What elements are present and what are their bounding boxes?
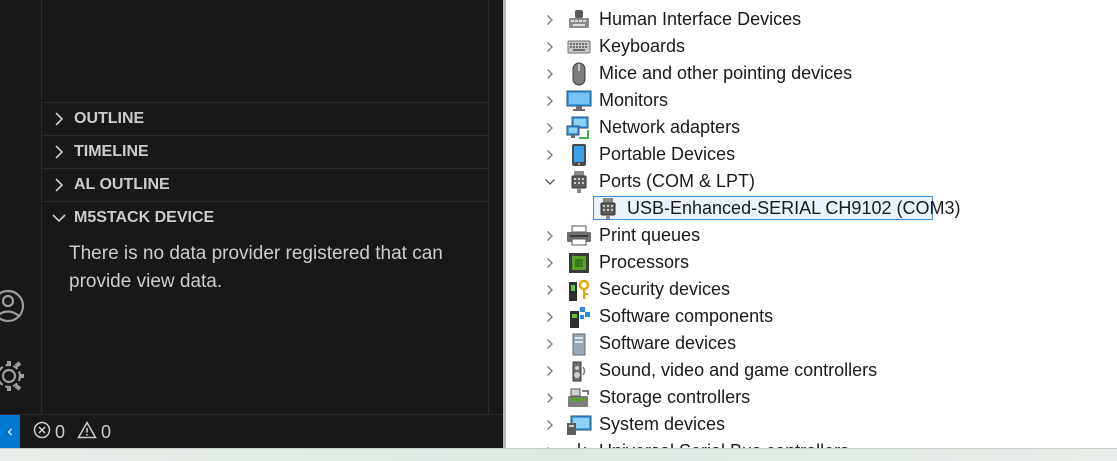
device-label: USB-Enhanced-SERIAL CH9102 (COM3) [627, 198, 961, 218]
warning-count: 0 [101, 421, 112, 442]
chevron-right-icon[interactable] [544, 249, 556, 276]
device-label: Monitors [599, 90, 669, 110]
storage-icon [566, 386, 592, 410]
chevron-right-icon [42, 145, 74, 159]
device-category[interactable]: Security devices [506, 276, 1117, 303]
device-label: Ports (COM & LPT) [599, 171, 756, 191]
device-label: Network adapters [599, 117, 741, 137]
device-label: Sound, video and game controllers [599, 360, 878, 380]
device-item[interactable]: USB-Enhanced-SERIAL CH9102 (COM3) [506, 195, 1117, 222]
section-al-outline[interactable]: AL OUTLINE [42, 168, 488, 201]
problems-indicator[interactable]: 0 0 [33, 415, 111, 449]
device-category[interactable]: Network adapters [506, 114, 1117, 141]
device-category[interactable]: Monitors [506, 87, 1117, 114]
accounts-icon[interactable] [0, 288, 26, 324]
error-icon [33, 421, 51, 444]
section-label: OUTLINE [74, 110, 145, 127]
device-label: Software components [599, 306, 774, 326]
section-m5stack-device[interactable]: M5STACK DEVICE [42, 201, 488, 234]
status-bar: ‹ 0 0 [0, 414, 503, 449]
device-label: Software devices [599, 333, 737, 353]
hid-icon [566, 8, 592, 32]
section-label: M5STACK DEVICE [74, 209, 215, 226]
panel-scrollbar[interactable] [488, 0, 504, 414]
device-label: Print queues [599, 225, 701, 245]
chevron-right-icon[interactable] [544, 411, 556, 438]
chevron-right-icon[interactable] [544, 33, 556, 60]
device-category[interactable]: Universal Serial Bus controllers [506, 438, 1117, 448]
device-manager-tree: Human Interface Devices Keyboards Mice and… [506, 0, 1117, 448]
device-label: Mice and other pointing devices [599, 63, 853, 83]
chevron-right-icon[interactable] [544, 438, 556, 448]
chevron-down-icon[interactable] [544, 168, 556, 195]
chevron-right-icon[interactable] [544, 384, 556, 411]
chevron-right-icon[interactable] [544, 6, 556, 33]
section-label: TIMELINE [74, 143, 149, 160]
usb-icon [566, 440, 592, 448]
activity-bar [0, 0, 42, 414]
network-icon [566, 116, 592, 140]
chevron-right-icon[interactable] [544, 60, 556, 87]
keyboard-icon [566, 35, 592, 59]
device-label: Human Interface Devices [599, 9, 802, 29]
software-device-icon [566, 332, 592, 356]
remote-indicator[interactable]: ‹ [0, 415, 20, 449]
empty-view-message: There is no data provider registered tha… [69, 243, 443, 292]
device-category[interactable]: Human Interface Devices [506, 6, 1117, 33]
chevron-right-icon[interactable] [544, 357, 556, 384]
software-component-icon [566, 305, 592, 329]
device-label: Keyboards [599, 36, 686, 56]
device-label: Processors [599, 252, 690, 272]
device-category[interactable]: System devices [506, 411, 1117, 438]
device-category[interactable]: Processors [506, 249, 1117, 276]
section-outline[interactable]: OUTLINE [42, 102, 488, 135]
chevron-right-icon[interactable] [544, 276, 556, 303]
chevron-right-icon[interactable] [544, 222, 556, 249]
chevron-right-icon[interactable] [544, 87, 556, 114]
chevron-right-icon[interactable] [544, 330, 556, 357]
mouse-icon [566, 62, 592, 86]
section-timeline[interactable]: TIMELINE [42, 135, 488, 168]
monitor-icon [566, 89, 592, 113]
processor-icon [566, 251, 592, 275]
chevron-right-icon[interactable] [544, 114, 556, 141]
device-category[interactable]: Storage controllers [506, 384, 1117, 411]
chevron-right-icon [42, 178, 74, 192]
portable-device-icon [566, 143, 592, 167]
chevron-right-icon[interactable] [544, 141, 556, 168]
chevron-right-icon[interactable] [544, 303, 556, 330]
device-category[interactable]: Keyboards [506, 33, 1117, 60]
taskbar-edge [0, 448, 1117, 461]
port-icon [595, 197, 621, 221]
section-label: AL OUTLINE [74, 176, 170, 193]
device-category[interactable]: Software components [506, 303, 1117, 330]
chevron-right-icon [42, 112, 74, 126]
vscode-window: OUTLINE TIMELINE AL OUTLINE M5STACK DEVI… [0, 0, 504, 449]
printer-icon [566, 224, 592, 248]
error-count: 0 [55, 421, 66, 442]
security-icon [566, 278, 592, 302]
chevron-down-icon [42, 213, 74, 223]
device-category[interactable]: Ports (COM & LPT) [506, 168, 1117, 195]
device-category[interactable]: Print queues [506, 222, 1117, 249]
device-category[interactable]: Portable Devices [506, 141, 1117, 168]
side-panel: OUTLINE TIMELINE AL OUTLINE M5STACK DEVI… [42, 0, 488, 414]
device-label: System devices [599, 414, 726, 434]
device-category[interactable]: Sound, video and game controllers [506, 357, 1117, 384]
speaker-icon [566, 359, 592, 383]
warning-icon [77, 420, 97, 444]
device-label: Security devices [599, 279, 731, 299]
device-category[interactable]: Software devices [506, 330, 1117, 357]
device-label: Universal Serial Bus controllers [599, 441, 849, 448]
remote-icon: ‹ [7, 423, 13, 440]
device-category[interactable]: Mice and other pointing devices [506, 60, 1117, 87]
device-label: Portable Devices [599, 144, 736, 164]
device-label: Storage controllers [599, 387, 751, 407]
system-device-icon [566, 413, 592, 437]
manage-gear-icon[interactable] [0, 358, 26, 394]
port-icon [566, 170, 592, 194]
